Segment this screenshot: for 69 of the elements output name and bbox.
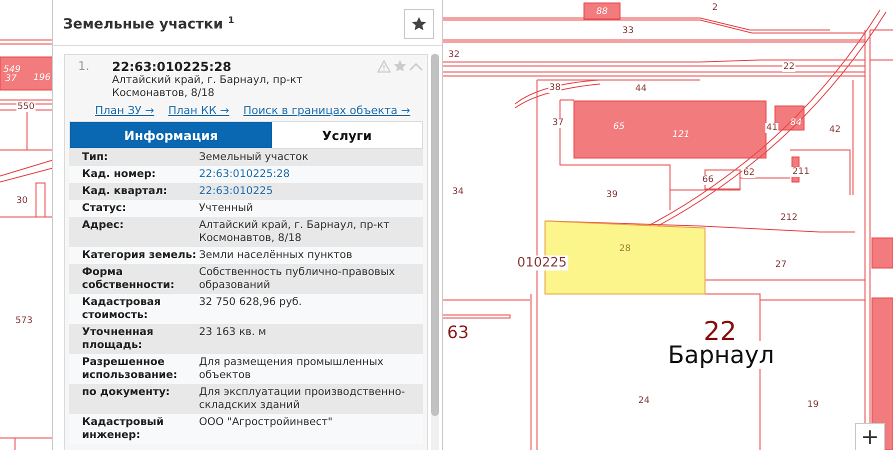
field-label: Кадастровый инженер: bbox=[82, 416, 165, 442]
field-link[interactable]: 22:63:010225 bbox=[199, 185, 409, 198]
parcel-number: 32 bbox=[447, 50, 461, 60]
field-label: по документу: bbox=[82, 386, 171, 400]
building-number: 88 bbox=[595, 7, 609, 17]
parcel-number: 211 bbox=[791, 167, 811, 177]
warning-icon[interactable] bbox=[377, 60, 391, 72]
tab[interactable]: Услуги bbox=[272, 122, 422, 148]
link[interactable]: План ЗУ → bbox=[95, 104, 154, 117]
address-text: Алтайский край, г. Барнаул, пр-кт Космонавтов, 8/18 bbox=[112, 74, 304, 100]
parcel-number: 62 bbox=[742, 168, 756, 178]
field-value: Собственность публично-правовых образований bbox=[199, 266, 396, 292]
field-label: Адрес: bbox=[82, 219, 125, 233]
zoom-in-button[interactable]: + bbox=[855, 423, 885, 450]
field-value: Алтайский край, г. Барнаул, пр-кт Космонавтов, 8/18 bbox=[199, 219, 390, 245]
parcel-number: 212 bbox=[779, 213, 799, 223]
star-icon bbox=[411, 16, 427, 32]
quarter-number: 010225 bbox=[516, 256, 568, 270]
parcel-number: 41 bbox=[765, 123, 779, 133]
field-label: Тип: bbox=[82, 151, 109, 164]
field-label: Статус: bbox=[82, 202, 128, 215]
tab[interactable]: Информация bbox=[70, 122, 272, 148]
field-link[interactable]: 22:63:010225:28 bbox=[199, 168, 409, 181]
field-label: Уточненная площадь: bbox=[82, 326, 154, 352]
parcel-number: 24 bbox=[637, 396, 651, 406]
parcel-number: 39 bbox=[605, 190, 619, 200]
link[interactable]: План КК → bbox=[168, 104, 230, 117]
parcel-number: 34 bbox=[451, 187, 465, 197]
parcel-number: 42 bbox=[828, 125, 842, 135]
parcel-number: 550 bbox=[16, 102, 36, 112]
parcel-number: 22 bbox=[782, 62, 796, 72]
parcel-number: 2 bbox=[711, 3, 719, 13]
parcel-number: 19 bbox=[806, 400, 820, 410]
building-number: 121 bbox=[671, 130, 691, 140]
field-value: Земельный участок bbox=[199, 151, 310, 164]
building-number: 549 bbox=[2, 65, 22, 75]
parcel-number: 37 bbox=[551, 118, 565, 128]
field-label: Форма собственности: bbox=[82, 266, 176, 292]
parcel-number: 28 bbox=[618, 244, 632, 254]
cadastral-number: 22:63:010225:28 bbox=[112, 59, 232, 74]
building-number: 65 bbox=[612, 122, 626, 132]
parcel-number: 66 bbox=[701, 175, 715, 185]
parcel-number: 573 bbox=[14, 316, 34, 326]
parcel-number: 30 bbox=[15, 196, 29, 206]
star-icon[interactable] bbox=[393, 59, 407, 73]
field-value: Для эксплуатации производственно-складских зданий bbox=[199, 386, 406, 412]
collapse-icon[interactable] bbox=[409, 62, 423, 70]
result-index: 1. bbox=[77, 59, 90, 73]
building-number: 37 bbox=[4, 74, 18, 84]
field-value: Для размещения промышленных объектов bbox=[199, 356, 385, 382]
field-value: Учтенный bbox=[199, 202, 254, 215]
parcel-number: 27 bbox=[774, 260, 788, 270]
field-label: Кад. квартал: bbox=[82, 185, 168, 198]
field-value: 32 750 628,96 руб. bbox=[199, 296, 303, 310]
field-label: Кадастровая стоимость: bbox=[82, 296, 162, 322]
field-value: Земли населённых пунктов bbox=[199, 249, 354, 262]
favorites-button[interactable] bbox=[404, 9, 434, 39]
parcel-number: 38 bbox=[548, 83, 562, 93]
field-label: Категория земель: bbox=[82, 249, 198, 262]
link[interactable]: Поиск в границах объекта → bbox=[243, 104, 410, 117]
building-number: 196 bbox=[32, 73, 52, 83]
building-number: 84 bbox=[789, 118, 803, 128]
parcel-number: 33 bbox=[621, 26, 635, 36]
field-label: Кад. номер: bbox=[82, 168, 157, 181]
parcel-number: 44 bbox=[634, 84, 648, 94]
field-label: Разрешенное использование: bbox=[82, 356, 178, 382]
field-value: ООО "Агростройинвест" bbox=[199, 416, 334, 430]
field-value: 23 163 кв. м bbox=[199, 326, 268, 340]
panel-title: Земельные участки $^{1}$ bbox=[63, 16, 234, 32]
